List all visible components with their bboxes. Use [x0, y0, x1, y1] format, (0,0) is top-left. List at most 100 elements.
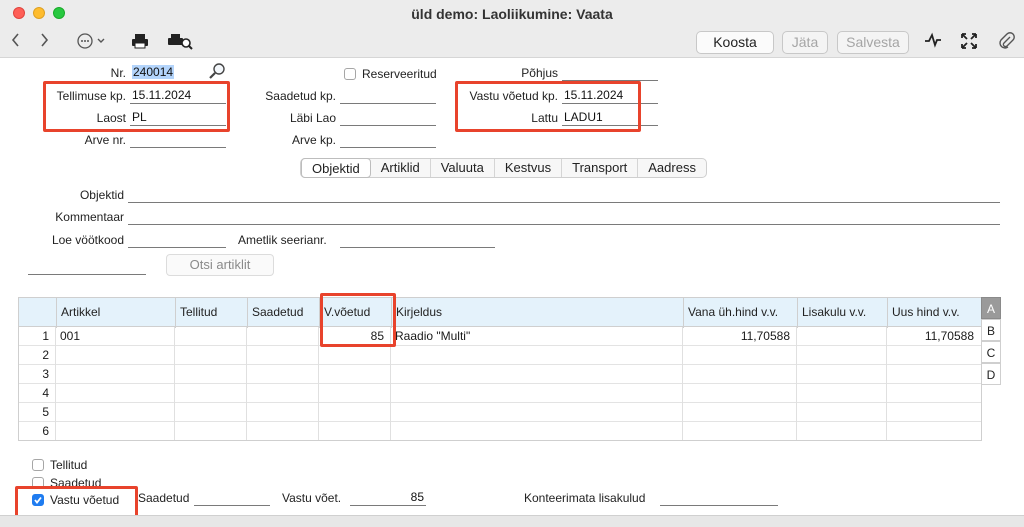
grid-cell-saadetud[interactable] [247, 346, 319, 365]
labi-lao-field[interactable] [340, 110, 436, 126]
otsi-artiklit-button[interactable]: Otsi artiklit [166, 254, 274, 276]
saadetud-kp-field[interactable] [340, 88, 436, 104]
arve-nr-field[interactable] [130, 132, 226, 148]
grid-cell-vana-hind[interactable]: 11,70588 [683, 327, 797, 346]
grid-cell-artikkel[interactable] [56, 346, 175, 365]
grid-cell-lisakulu[interactable] [797, 422, 887, 441]
grid-cell-uus-hind[interactable] [887, 365, 980, 384]
grid-col-vana-hind[interactable]: Vana üh.hind v.v. [684, 298, 798, 328]
grid-cell-vvoetud[interactable] [319, 422, 391, 441]
grid-cell-uus-hind[interactable]: 11,70588 [887, 327, 980, 346]
grid-cell-rownum: 6 [18, 422, 56, 441]
grid-cell-vana-hind[interactable] [683, 403, 797, 422]
grid-col-artikkel[interactable]: Artikkel [57, 298, 176, 328]
grid-cell-vvoetud[interactable] [319, 346, 391, 365]
article-search-field[interactable] [28, 259, 146, 275]
grid-cell-vana-hind[interactable] [683, 384, 797, 403]
chevron-right-icon[interactable] [36, 32, 52, 54]
grid-cell-vana-hind[interactable] [683, 422, 797, 441]
grid-cell-kirjeldus[interactable]: Raadio "Multi" [391, 327, 683, 346]
grid-cell-saadetud[interactable] [247, 327, 319, 346]
grid-cell-saadetud[interactable] [247, 403, 319, 422]
grid-cell-lisakulu[interactable] [797, 365, 887, 384]
vastu-voet-total-field[interactable]: 85 [350, 490, 426, 506]
koosta-button[interactable]: Koosta [696, 31, 774, 68]
table-row[interactable]: 1 001 85 Raadio "Multi" 11,70588 11,70588 [18, 327, 982, 346]
grid-cell-artikkel[interactable]: 001 [56, 327, 175, 346]
grid-cell-kirjeldus[interactable] [391, 365, 683, 384]
grid-cell-uus-hind[interactable] [887, 403, 980, 422]
ametlik-seerianr-field[interactable] [340, 232, 495, 248]
tellitud-checkbox[interactable] [32, 459, 44, 471]
table-row[interactable]: 6 [18, 422, 982, 441]
arve-kp-field[interactable] [340, 132, 436, 148]
grid-cell-artikkel[interactable] [56, 384, 175, 403]
print-preview-icon[interactable] [166, 32, 194, 54]
grid-cell-artikkel[interactable] [56, 422, 175, 441]
grid-cell-lisakulu[interactable] [797, 403, 887, 422]
reserveeritud-checkbox[interactable] [344, 68, 356, 80]
loe-vootkood-field[interactable] [128, 232, 226, 248]
search-icon[interactable] [206, 62, 228, 80]
side-tab-d[interactable]: D [981, 363, 1001, 385]
chevron-left-icon[interactable] [8, 32, 24, 54]
salvesta-button[interactable]: Salvesta [837, 31, 909, 54]
table-row[interactable]: 5 [18, 403, 982, 422]
konteerimata-field[interactable] [660, 490, 778, 506]
grid-cell-lisakulu[interactable] [797, 327, 887, 346]
grid-cell-uus-hind[interactable] [887, 384, 980, 403]
grid-cell-saadetud[interactable] [247, 365, 319, 384]
grid-cell-vana-hind[interactable] [683, 346, 797, 365]
tab-kestvus[interactable]: Kestvus [495, 159, 563, 177]
grid-cell-vvoetud[interactable] [319, 403, 391, 422]
side-tab-c[interactable]: C [981, 341, 1001, 363]
jata-button[interactable]: Jäta [782, 31, 828, 54]
grid-cell-saadetud[interactable] [247, 384, 319, 403]
grid-cell-tellitud[interactable] [175, 365, 247, 384]
tab-transport[interactable]: Transport [562, 159, 639, 177]
nr-field[interactable]: 240014 [130, 65, 202, 81]
pohjus-field[interactable] [562, 65, 658, 81]
side-tab-a[interactable]: A [981, 297, 1001, 319]
grid-cell-uus-hind[interactable] [887, 422, 980, 441]
grid-cell-kirjeldus[interactable] [391, 384, 683, 403]
paperclip-icon[interactable] [996, 32, 1018, 54]
tab-aadress[interactable]: Aadress [638, 159, 706, 177]
grid-cell-kirjeldus[interactable] [391, 422, 683, 441]
grid-cell-kirjeldus[interactable] [391, 346, 683, 365]
saadetud-total-field[interactable] [194, 490, 270, 506]
grid-cell-tellitud[interactable] [175, 327, 247, 346]
grid-cell-lisakulu[interactable] [797, 384, 887, 403]
grid-cell-kirjeldus[interactable] [391, 403, 683, 422]
grid-cell-lisakulu[interactable] [797, 346, 887, 365]
tab-valuuta[interactable]: Valuuta [431, 159, 495, 177]
grid-cell-vvoetud[interactable] [319, 365, 391, 384]
grid-cell-artikkel[interactable] [56, 365, 175, 384]
grid-cell-tellitud[interactable] [175, 403, 247, 422]
table-row[interactable]: 3 [18, 365, 982, 384]
printer-icon[interactable] [129, 32, 151, 54]
grid-cell-vvoetud[interactable] [319, 384, 391, 403]
table-row[interactable]: 2 [18, 346, 982, 365]
tab-objektid[interactable]: Objektid [301, 158, 371, 178]
grid-cell-artikkel[interactable] [56, 403, 175, 422]
grid-col-lisakulu[interactable]: Lisakulu v.v. [798, 298, 888, 328]
tab-artiklid[interactable]: Artiklid [371, 159, 431, 177]
side-tab-b[interactable]: B [981, 319, 1001, 341]
activity-icon[interactable] [922, 32, 944, 54]
grid-cell-saadetud[interactable] [247, 422, 319, 441]
expand-icon[interactable] [958, 32, 980, 54]
objektid-field[interactable] [128, 187, 1000, 203]
grid-cell-vana-hind[interactable] [683, 365, 797, 384]
grid-col-saadetud[interactable]: Saadetud [248, 298, 320, 328]
grid-col-kirjeldus[interactable]: Kirjeldus [392, 298, 684, 328]
grid-col-tellitud[interactable]: Tellitud [176, 298, 248, 328]
table-row[interactable]: 4 [18, 384, 982, 403]
kommentaar-field[interactable] [128, 209, 1000, 225]
grid-cell-uus-hind[interactable] [887, 346, 980, 365]
grid-col-uus-hind[interactable]: Uus hind v.v. [888, 298, 981, 328]
grid-cell-tellitud[interactable] [175, 422, 247, 441]
grid-cell-tellitud[interactable] [175, 346, 247, 365]
ellipsis-circle-icon[interactable] [74, 32, 112, 54]
grid-cell-tellitud[interactable] [175, 384, 247, 403]
